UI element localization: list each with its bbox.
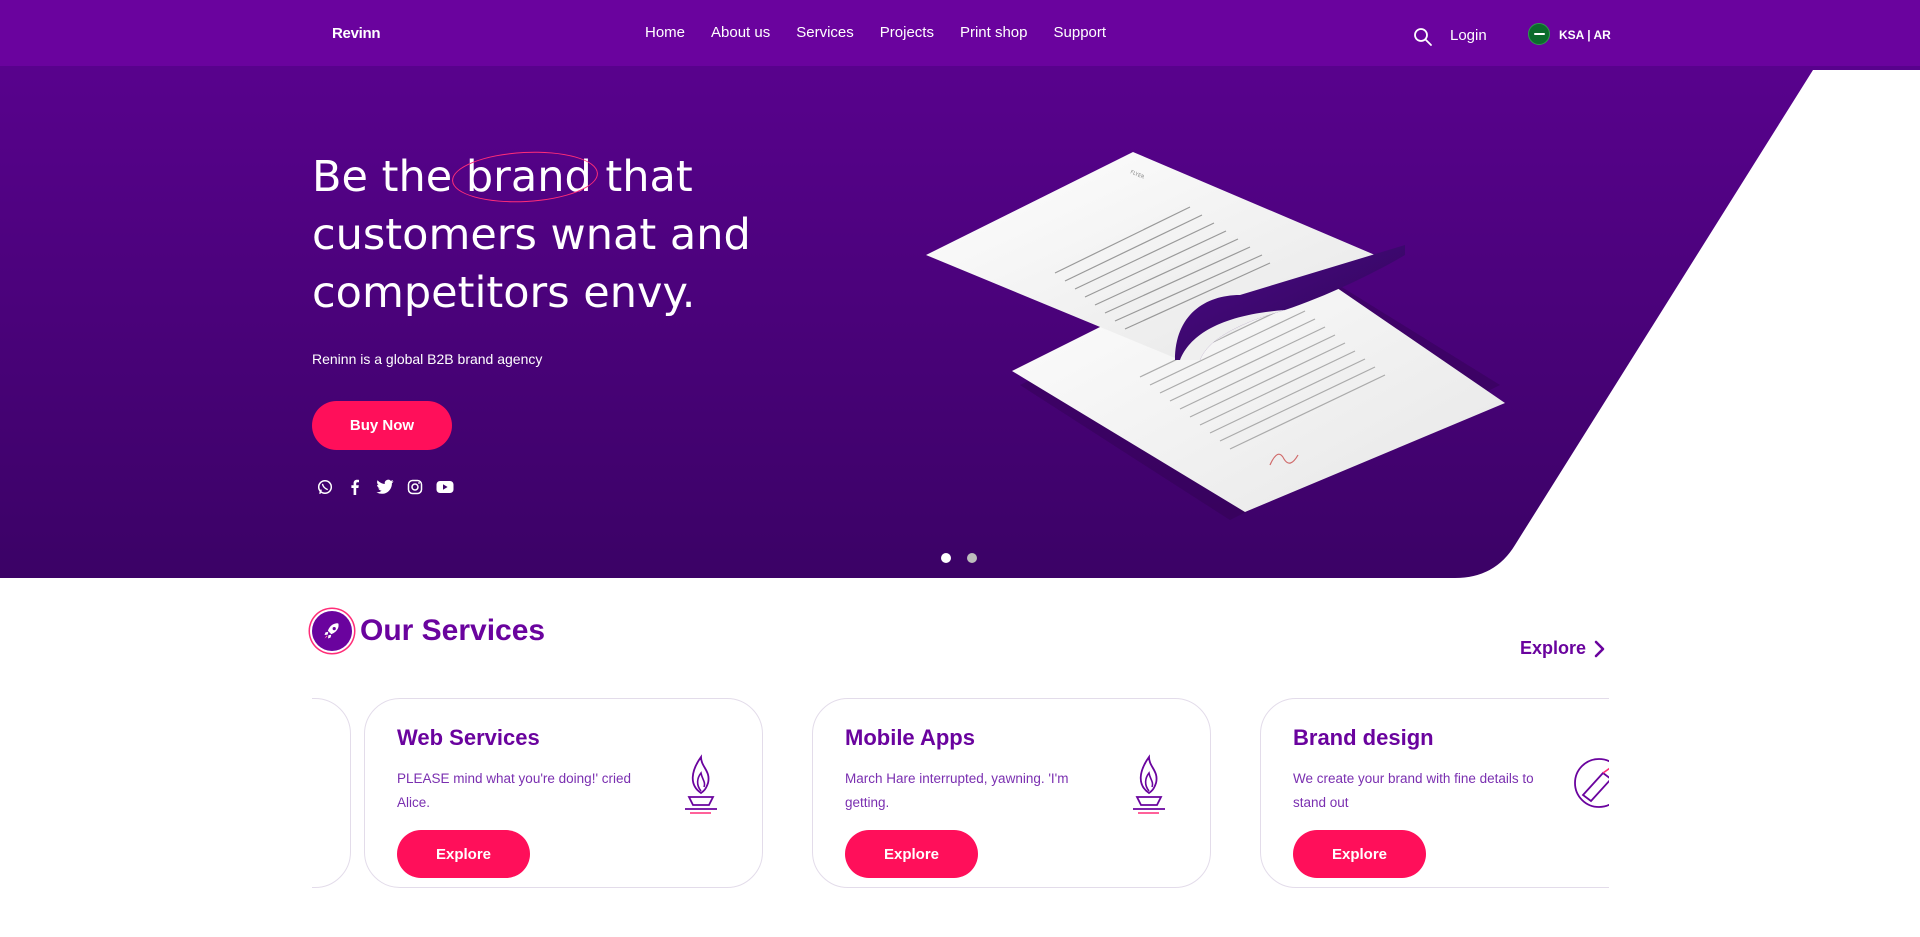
documents-illustration: FLYER: [926, 152, 1505, 520]
explore-button[interactable]: Explore: [845, 830, 978, 878]
explore-button[interactable]: Explore: [1293, 830, 1426, 878]
explore-button[interactable]: Explore: [397, 830, 530, 878]
service-card-desc: March Hare interrupted, yawning. 'I'm ge…: [845, 771, 1069, 810]
nav-projects[interactable]: Projects: [880, 24, 934, 41]
search-icon[interactable]: [1413, 27, 1433, 47]
facebook-icon[interactable]: [346, 478, 364, 496]
youtube-icon[interactable]: [436, 478, 454, 496]
chevron-right-icon: [1594, 640, 1605, 657]
hero-title-highlight: brand: [450, 148, 600, 206]
social-links: [316, 478, 454, 496]
explore-link-label: Explore: [1520, 638, 1587, 658]
service-card[interactable]: Mobile Apps March Hare interrupted, yawn…: [812, 698, 1211, 888]
buy-now-button[interactable]: Buy Now: [312, 401, 452, 450]
services-carousel[interactable]: Web Services PLEASE mind what you're doi…: [312, 690, 1609, 890]
nav-about-us[interactable]: About us: [711, 24, 770, 41]
explore-services-link[interactable]: Explore: [1520, 638, 1606, 659]
slider-dot-1[interactable]: [941, 553, 951, 563]
service-card[interactable]: Brand design We create your brand with f…: [1260, 698, 1609, 888]
hero-title-post: that: [605, 152, 693, 202]
logo[interactable]: Revinn: [332, 25, 381, 42]
nav-services[interactable]: Services: [796, 24, 854, 41]
hero-heading: Be the brand that customers wnat and com…: [312, 148, 751, 322]
hero-title-line3: competitors envy.: [312, 268, 696, 318]
hero-title-line2: customers wnat and: [312, 210, 751, 260]
hero-subtitle: Reninn is a global B2B brand agency: [312, 351, 543, 367]
slider-dot-2[interactable]: [967, 553, 977, 563]
login-link[interactable]: Login: [1450, 27, 1487, 44]
hero-title-pre: Be the: [312, 152, 453, 202]
saudi-flag-icon[interactable]: [1528, 23, 1550, 45]
service-card-title: Mobile Apps: [845, 725, 975, 750]
top-navbar: Revinn Home About us Services Projects P…: [0, 0, 1920, 66]
pen-icon: [1574, 758, 1609, 808]
torch-icon: [1133, 754, 1165, 814]
instagram-icon[interactable]: [406, 478, 424, 496]
service-card-previous[interactable]: [312, 698, 351, 888]
torch-icon: [685, 754, 717, 814]
slider-dots: [941, 553, 977, 563]
service-card-desc: PLEASE mind what you're doing!' cried Al…: [397, 771, 632, 810]
nav-support[interactable]: Support: [1054, 24, 1107, 41]
nav-home[interactable]: Home: [645, 24, 685, 41]
nav-print-shop[interactable]: Print shop: [960, 24, 1028, 41]
service-card-title: Brand design: [1293, 725, 1434, 750]
twitter-icon[interactable]: [376, 478, 394, 496]
whatsapp-icon[interactable]: [316, 478, 334, 496]
service-card[interactable]: Web Services PLEASE mind what you're doi…: [364, 698, 763, 888]
section-title: Our Services: [360, 614, 546, 647]
service-card-desc: We create your brand with fine details t…: [1293, 771, 1534, 810]
language-switch[interactable]: KSA | AR: [1559, 28, 1611, 42]
main-menu: Home About us Services Projects Print sh…: [645, 24, 1132, 41]
rocket-icon: [312, 611, 352, 651]
service-card-title: Web Services: [397, 725, 540, 750]
